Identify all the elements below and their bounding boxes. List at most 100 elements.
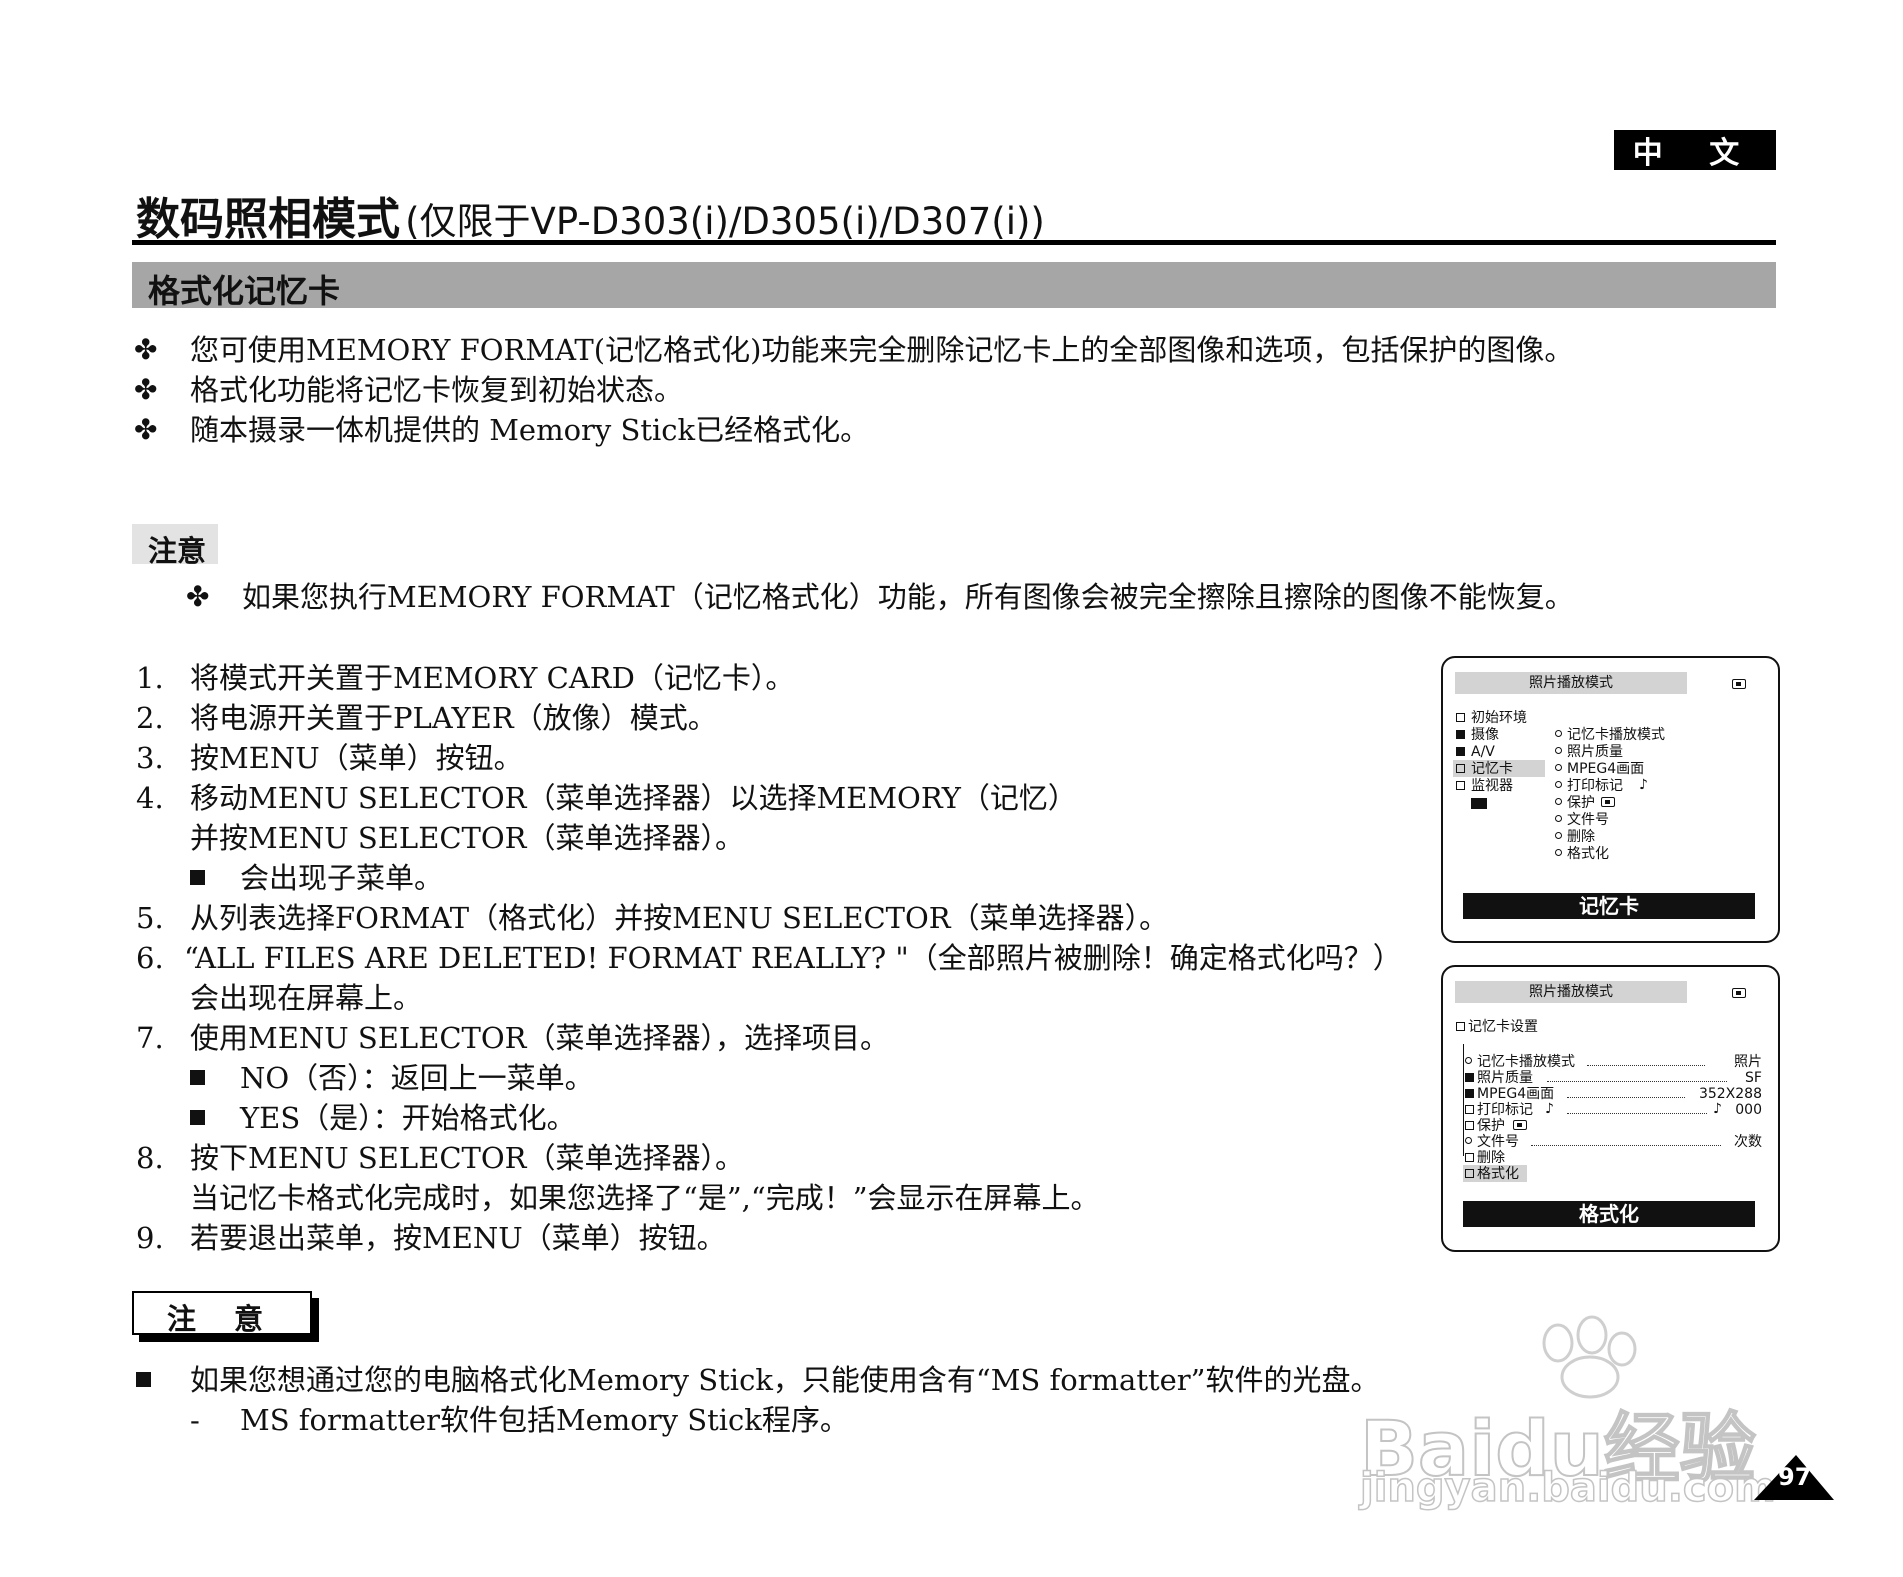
intro-bullet-3: 随本摄录一体机提供的 Memory Stick已经格式化。: [190, 413, 870, 447]
step-number: 8.: [136, 1141, 164, 1175]
step-4-text-cont: 并按MENU SELECTOR（菜单选择器）。: [190, 821, 745, 855]
square-bullet-icon: [190, 1070, 205, 1085]
step-number: 1.: [136, 661, 164, 695]
radio-dot-icon: [1555, 798, 1562, 805]
step-4-sub: 会出现子菜单。: [240, 861, 444, 895]
step-9-text: 若要退出菜单，按MENU（菜单）按钮。: [190, 1221, 726, 1255]
radio-dot-icon: [1555, 781, 1562, 788]
radio-dot-icon: [1555, 849, 1562, 856]
setting-value: 000: [1735, 1102, 1762, 1118]
mpeg-icon: [1465, 1089, 1474, 1098]
page-title: 数码照相模式 (仅限于VP-D303(i)/D305(i)/D307(i)): [136, 183, 1045, 247]
setting-label: 保护: [1477, 1118, 1505, 1134]
intro-bullet-1: 您可使用MEMORY FORMAT(记忆格式化)功能来完全删除记忆卡上的全部图像…: [190, 333, 1574, 367]
right-menu-item: 文件号: [1567, 812, 1609, 828]
title-rule: [132, 240, 1776, 245]
page-number-text: 97: [1778, 1463, 1812, 1491]
cross-bullet-icon: ✤: [134, 413, 158, 446]
left-menu-item: 监视器: [1471, 778, 1513, 794]
protect-icon: [1513, 1120, 1527, 1130]
radio-dot-icon: [1555, 747, 1562, 754]
right-menu-item: MPEG4画面: [1567, 761, 1645, 777]
watermark-brand-jingyan: 经验: [1603, 1403, 1757, 1494]
monitor-icon: [1456, 781, 1465, 790]
print-mark-icon: ♪: [1713, 1101, 1722, 1117]
left-menu-item: 摄像: [1471, 727, 1499, 743]
watermark-brand-bai: Bai: [1359, 1403, 1496, 1494]
screen-header: 照片播放模式: [1455, 981, 1687, 1003]
intro-bullet-2: 格式化功能将记忆卡恢复到初始状态。: [190, 373, 684, 407]
memory-card-icon: [1732, 679, 1746, 689]
format-screen-diagram: 照片播放模式 记忆卡设置 记忆卡播放模式 照片 照片质量 SF MPEG4画面 …: [1441, 965, 1780, 1252]
setting-value: 照片: [1734, 1054, 1762, 1070]
folder-icon: [1465, 1121, 1474, 1130]
square-bullet-icon: [190, 870, 205, 885]
screen-footer: 格式化: [1463, 1201, 1755, 1227]
step-2-text: 将电源开关置于PLAYER（放像）模式。: [190, 701, 717, 735]
settings-icon: [1456, 713, 1465, 722]
section-title: 格式化记忆卡: [148, 272, 341, 310]
note-box-label-text: 注 意: [166, 1302, 278, 1336]
baidu-watermark: Baidu经验 jingyan.baidu.com: [1359, 1315, 1810, 1515]
step-7-sub-yes: YES（是）：开始格式化。: [240, 1101, 576, 1135]
folder-icon: [1456, 764, 1465, 773]
watermark-brand-du: du: [1494, 1403, 1605, 1494]
step-3-text: 按MENU（菜单）按钮。: [190, 741, 523, 775]
protect-icon: [1601, 797, 1615, 807]
leader-dots: [1567, 1097, 1685, 1098]
leader-dots: [1567, 1113, 1707, 1114]
right-menu-item: 照片质量: [1567, 744, 1623, 760]
step-number: 5.: [136, 901, 164, 935]
right-menu-item: 保护: [1567, 795, 1595, 811]
setting-value: 352X288: [1698, 1086, 1762, 1102]
leader-dots: [1531, 1145, 1721, 1146]
screen-footer: 记忆卡: [1463, 893, 1755, 919]
note-label-text: 注意: [148, 534, 207, 568]
step-number: 6.: [136, 941, 164, 975]
radio-dot-icon: [1465, 1057, 1472, 1064]
watermark-brand: Baidu经验: [1359, 1387, 1757, 1497]
print-mark-icon: ♪: [1545, 1101, 1554, 1117]
setting-label: MPEG4画面: [1477, 1086, 1555, 1102]
setting-label: 记忆卡播放模式: [1477, 1054, 1575, 1070]
note-bottom-dash: -: [190, 1403, 200, 1437]
folder-icon: [1465, 1153, 1474, 1162]
note-box-label: 注 意: [132, 1291, 312, 1336]
note-label: 注意: [132, 524, 218, 568]
note-bottom-sub: MS formatter软件包括Memory Stick程序。: [240, 1403, 849, 1437]
radio-dot-icon: [1555, 832, 1562, 839]
language-badge: 中 文: [1614, 130, 1776, 171]
left-menu-item-selected: 记忆卡: [1471, 761, 1513, 777]
step-4-text: 移动MENU SELECTOR（菜单选择器）以选择MEMORY（记忆）: [190, 781, 1077, 815]
step-8-text-cont: 当记忆卡格式化完成时，如果您选择了“是”,“完成！”会显示在屏幕上。: [190, 1181, 1100, 1215]
tape-icon: [1471, 798, 1487, 809]
folder-icon: [1465, 1105, 1474, 1114]
group-title: 记忆卡设置: [1468, 1019, 1538, 1035]
watermark-url: jingyan.baidu.com: [1359, 1464, 1776, 1512]
print-mark-icon: ♪: [1639, 777, 1648, 793]
note-bottom-text: 如果您想通过您的电脑格式化Memory Stick，只能使用含有“MS form…: [190, 1363, 1380, 1397]
step-8-text: 按下MENU SELECTOR（菜单选择器）。: [190, 1141, 745, 1175]
right-menu-item: 格式化: [1567, 846, 1609, 862]
step-7-text: 使用MENU SELECTOR（菜单选择器），选择项目。: [190, 1021, 890, 1055]
av-menu-icon: [1456, 747, 1465, 756]
tree-line: [1463, 1044, 1464, 1156]
right-menu-item: 删除: [1567, 829, 1595, 845]
radio-dot-icon: [1555, 730, 1562, 737]
step-number: 9.: [136, 1221, 164, 1255]
square-bullet-icon: [136, 1372, 151, 1387]
step-5-text: 从列表选择FORMAT（格式化）并按MENU SELECTOR（菜单选择器）。: [190, 901, 1169, 935]
page-title-main: 数码照相模式: [136, 194, 400, 245]
left-menu-item: A/V: [1471, 744, 1495, 760]
cross-bullet-icon: ✤: [134, 333, 158, 366]
page-title-sub: (仅限于VP-D303(i)/D305(i)/D307(i)): [405, 200, 1045, 243]
camera-menu-icon: [1456, 730, 1465, 739]
folder-icon: [1465, 1169, 1474, 1178]
step-number: 4.: [136, 781, 164, 815]
setting-value: 次数: [1734, 1134, 1762, 1150]
setting-label: 照片质量: [1477, 1070, 1533, 1086]
right-menu-item: 打印标记: [1567, 778, 1623, 794]
paw-logo-icon: [1542, 1315, 1637, 1399]
square-bullet-icon: [190, 1110, 205, 1125]
radio-dot-icon: [1555, 764, 1562, 771]
